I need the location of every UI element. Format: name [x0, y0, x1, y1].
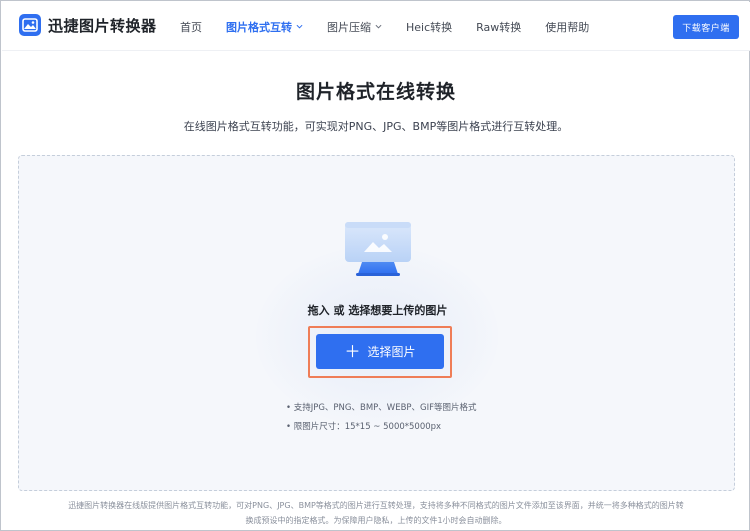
nav-item-home[interactable]: 首页 — [180, 19, 202, 35]
support-info: • 支持JPG、PNG、BMP、WEBP、GIF等图片格式 • 限图片尺寸：15… — [286, 399, 477, 437]
nav-item-help[interactable]: 使用帮助 — [545, 19, 589, 35]
page-frame: 迅捷图片转换器 首页 图片格式互转 图片压缩 Heic转换 Raw转换 使用帮助… — [0, 0, 750, 531]
nav-item-label: Heic转换 — [406, 20, 453, 34]
page-subtitle: 在线图片格式互转功能，可实现对PNG、JPG、BMP等图片格式进行互转处理。 — [183, 120, 569, 133]
image-logo-icon — [19, 14, 41, 36]
chevron-down-icon — [375, 24, 382, 29]
nav-item-raw[interactable]: Raw转换 — [476, 19, 521, 35]
image-upload-illustration-icon — [345, 222, 411, 276]
upload-dropzone[interactable]: 拖入 或 选择想要上传的图片 ＋ 选择图片 • 支持JPG、PNG、BMP、WE… — [18, 155, 735, 491]
size-limit: • 限图片尺寸：15*15 ~ 5000*5000px — [286, 422, 442, 432]
supported-formats: • 支持JPG、PNG、BMP、WEBP、GIF等图片格式 — [286, 403, 477, 413]
select-image-button[interactable]: ＋ 选择图片 — [316, 334, 444, 369]
plus-icon: ＋ — [344, 341, 361, 361]
nav-item-format-convert[interactable]: 图片格式互转 — [226, 19, 303, 35]
select-image-label: 选择图片 — [367, 345, 416, 359]
nav-item-label: 首页 — [180, 20, 202, 34]
nav-item-heic[interactable]: Heic转换 — [406, 19, 452, 35]
footer-line: 迅捷图片转换器在线版提供图片格式互转功能，可对PNG、JPG、BMP等格式的图片… — [68, 501, 684, 510]
drop-hint-text: 拖入 或 选择想要上传的图片 — [307, 304, 448, 317]
footer-line: 换成预设中的指定格式。为保障用户隐私，上传的文件1小时会自动删除。 — [245, 516, 507, 525]
nav-item-label: 图片压缩 — [327, 20, 371, 34]
main-nav: 首页 图片格式互转 图片压缩 Heic转换 Raw转换 使用帮助 — [180, 2, 613, 51]
nav-item-compress[interactable]: 图片压缩 — [327, 19, 382, 35]
app-logo[interactable]: 迅捷图片转换器 — [19, 14, 157, 36]
page-title: 图片格式在线转换 — [295, 81, 456, 103]
footer-description: 迅捷图片转换器在线版提供图片格式互转功能，可对PNG、JPG、BMP等格式的图片… — [46, 498, 706, 528]
nav-item-label: Raw转换 — [476, 20, 522, 34]
nav-item-label: 使用帮助 — [545, 20, 590, 34]
nav-item-label: 图片格式互转 — [226, 20, 292, 34]
app-name: 迅捷图片转换器 — [48, 16, 157, 35]
chevron-down-icon — [296, 24, 303, 29]
top-header: 迅捷图片转换器 首页 图片格式互转 图片压缩 Heic转换 Raw转换 使用帮助… — [2, 2, 750, 51]
download-client-button[interactable]: 下载客户端 — [673, 15, 739, 39]
